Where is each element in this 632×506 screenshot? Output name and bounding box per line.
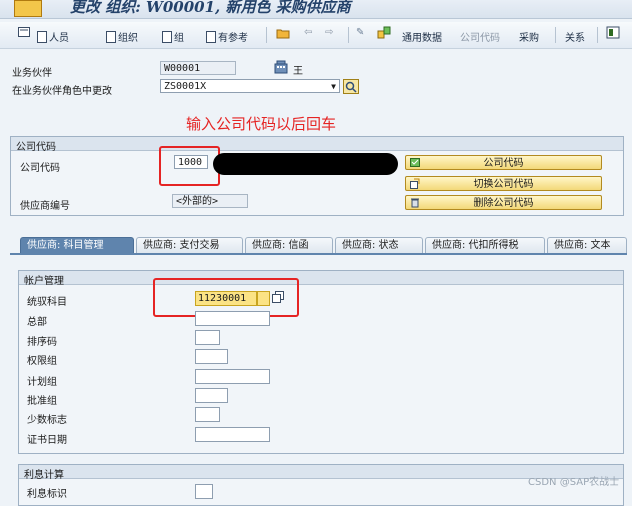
planning-group-label: 计划组	[27, 377, 57, 388]
layout-icon[interactable]	[606, 26, 620, 42]
where-used-icon[interactable]	[377, 26, 391, 42]
group-title: 利息计算	[24, 470, 64, 481]
toolbar-person-button[interactable]: 人员	[37, 29, 69, 44]
release-group-field[interactable]	[195, 388, 228, 403]
head-office-field[interactable]	[195, 311, 270, 326]
authorization-group-field[interactable]	[195, 349, 228, 364]
toolbar-general-data-button[interactable]: 通用数据	[402, 29, 442, 44]
tab-account-management[interactable]: 供应商: 科目管理	[20, 237, 134, 253]
role-select[interactable]: ZS0001X ▼	[160, 79, 340, 93]
company-code-button[interactable]: 公司代码	[405, 155, 602, 170]
certificate-date-label: 证书日期	[27, 435, 67, 446]
document-icon	[106, 31, 116, 43]
toolbar-separator	[266, 27, 267, 43]
tab-correspondence[interactable]: 供应商: 信函	[245, 237, 333, 253]
partner-type-icon	[274, 60, 288, 77]
delete-company-code-button[interactable]: 删除公司代码	[405, 195, 602, 210]
switch-icon	[410, 178, 420, 189]
toolbar-purchasing-button[interactable]: 采购	[519, 29, 539, 44]
back-arrow-icon[interactable]: ⇦	[304, 27, 312, 38]
search-help-icon[interactable]	[343, 79, 359, 94]
trash-icon	[410, 197, 420, 208]
forward-arrow-icon[interactable]: ⇨	[325, 27, 333, 38]
planning-group-field[interactable]	[195, 369, 270, 384]
partner-name: 王	[293, 66, 303, 77]
vendor-number-field[interactable]: <外部的>	[172, 194, 248, 208]
authorization-group-label: 权限组	[27, 356, 57, 367]
app-icon	[14, 0, 42, 17]
company-code-label: 公司代码	[20, 163, 60, 174]
tab-text[interactable]: 供应商: 文本	[547, 237, 627, 253]
open-folder-icon[interactable]	[276, 27, 290, 42]
minority-indicator-label: 少数标志	[27, 415, 67, 426]
minority-indicator-field[interactable]	[195, 407, 220, 422]
tab-status[interactable]: 供应商: 状态	[335, 237, 423, 253]
interest-indicator-label: 利息标识	[27, 489, 67, 500]
role-label: 在业务伙伴角色中更改	[12, 86, 112, 97]
toolbar: 人员 组织 组 有参考 ⇦ ⇨ ✎ 通用数据 公司代码 采购 关系	[0, 22, 632, 49]
change-icon[interactable]: ✎	[356, 27, 364, 38]
toolbar-label: 组	[174, 33, 184, 44]
release-group-label: 批准组	[27, 396, 57, 407]
toolbar-company-code-button[interactable]: 公司代码	[460, 29, 500, 44]
sort-key-field[interactable]	[195, 330, 220, 345]
role-select-value: ZS0001X	[164, 81, 207, 92]
title-bar: 更改 组织: W00001, 新用色 采购供应商	[0, 0, 632, 19]
toolbar-separator	[597, 27, 598, 43]
partner-label: 业务伙伴	[12, 68, 52, 79]
company-code-group-header: 公司代码	[11, 137, 623, 153]
switch-company-code-button[interactable]: 切换公司代码	[405, 176, 602, 191]
toolbar-separator	[555, 27, 556, 43]
highlight-box	[159, 146, 220, 186]
toolbar-label: 组织	[118, 33, 138, 44]
button-label: 切换公司代码	[473, 179, 534, 190]
check-icon	[410, 157, 420, 168]
button-label: 公司代码	[483, 158, 524, 169]
account-management-group: 帐户管理	[18, 270, 624, 454]
toolbar-with-reference-button[interactable]: 有参考	[206, 29, 248, 44]
document-icon	[206, 31, 216, 43]
toolbar-label: 人员	[49, 33, 69, 44]
display-change-icon[interactable]	[18, 26, 30, 41]
toolbar-separator	[348, 27, 349, 43]
tab-strip-line	[10, 253, 627, 255]
vendor-number-label: 供应商编号	[20, 201, 70, 212]
group-title: 帐户管理	[24, 276, 64, 287]
tab-withholding-tax[interactable]: 供应商: 代扣所得税	[425, 237, 545, 253]
toolbar-label: 有参考	[218, 33, 248, 44]
account-management-group-header: 帐户管理	[19, 271, 623, 287]
group-title: 公司代码	[16, 142, 56, 153]
head-office-label: 总部	[27, 317, 47, 328]
chevron-down-icon[interactable]: ▼	[331, 80, 336, 94]
button-label: 删除公司代码	[473, 198, 534, 209]
redaction-bar	[213, 153, 398, 175]
sort-key-label: 排序码	[27, 337, 57, 348]
partner-field[interactable]: W00001	[160, 61, 236, 75]
window-title: 更改 组织: W00001, 新用色 采购供应商	[70, 0, 351, 16]
certificate-date-field[interactable]	[195, 427, 270, 442]
toolbar-group-button[interactable]: 组	[162, 29, 184, 44]
document-icon	[162, 31, 172, 43]
tab-payment-transactions[interactable]: 供应商: 支付交易	[136, 237, 243, 253]
document-icon	[37, 31, 47, 43]
recon-account-label: 统驭科目	[27, 297, 67, 308]
toolbar-organization-button[interactable]: 组织	[106, 29, 138, 44]
watermark: CSDN @SAP农战士	[528, 477, 620, 488]
toolbar-relationships-button[interactable]: 关系	[565, 29, 585, 44]
annotation-text: 输入公司代码以后回车	[186, 115, 337, 133]
